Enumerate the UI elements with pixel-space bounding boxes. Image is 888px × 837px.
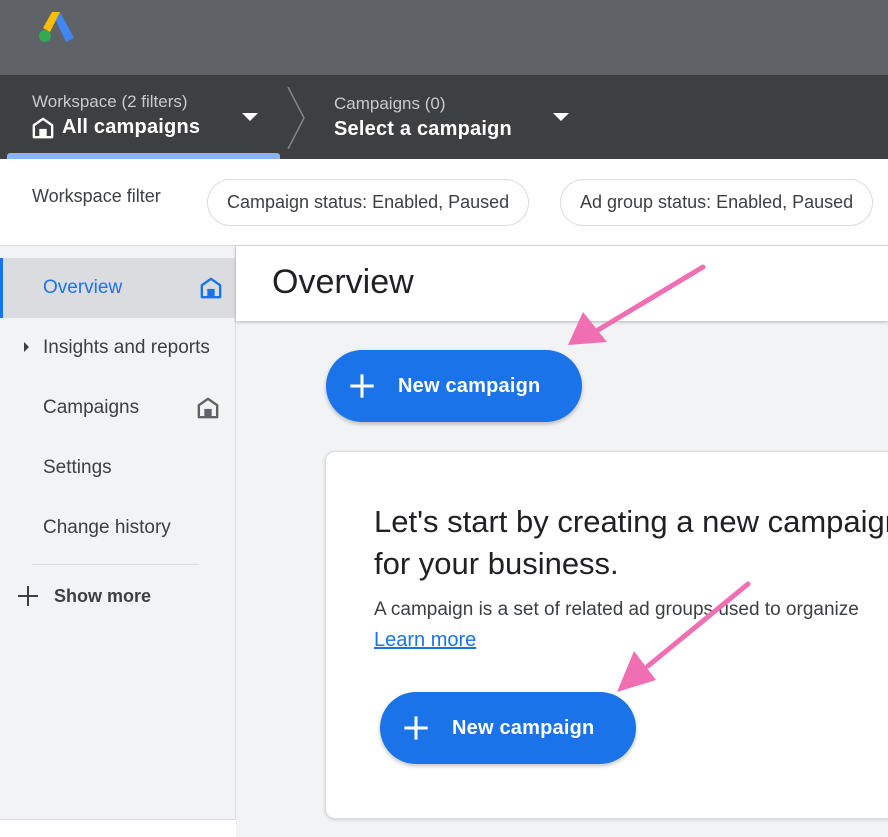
workspace-dropdown-icon[interactable] <box>242 113 258 121</box>
sidebar-item-label: Campaigns <box>43 397 140 418</box>
new-campaign-button[interactable]: New campaign <box>326 350 582 422</box>
breadcrumb-chevron-icon <box>287 87 305 149</box>
filter-chip-campaign-status[interactable]: Campaign status: Enabled, Paused <box>207 179 530 226</box>
home-icon <box>197 397 219 419</box>
sidebar-item-insights-and-reports[interactable]: Insights and reports <box>0 318 235 378</box>
filter-bar: Workspace filter Campaign status: Enable… <box>0 159 888 246</box>
sidebar-item-label: Settings <box>43 457 112 478</box>
plus-icon <box>18 586 38 606</box>
sidebar-item-change-history[interactable]: Change history <box>0 498 235 558</box>
card-title: Let's start by creating a new campaign f… <box>374 504 888 581</box>
expand-arrow-icon <box>24 342 29 352</box>
sidebar-item-campaigns[interactable]: Campaigns <box>0 378 235 438</box>
show-more-label: Show more <box>54 585 152 606</box>
navigation-bar: Workspace (2 filters) All campaigns Camp… <box>0 75 888 159</box>
card-new-campaign-button[interactable]: New campaign <box>380 692 636 764</box>
workspace-filter-label: Workspace filter <box>32 186 161 206</box>
sidebar-item-settings[interactable]: Settings <box>0 438 235 498</box>
workspace-subtitle: Workspace (2 filters) <box>32 92 188 111</box>
top-bar <box>0 0 888 75</box>
getting-started-card: Let's start by creating a new campaign f… <box>325 451 888 819</box>
card-description: A campaign is a set of related ad groups… <box>374 599 859 620</box>
campaign-dropdown-icon[interactable] <box>553 113 569 121</box>
campaign-selector[interactable]: Campaigns (0) Select a campaign <box>334 94 512 141</box>
campaign-selector-subtitle: Campaigns (0) <box>334 94 446 113</box>
sidebar-item-label: Insights and reports <box>43 337 210 358</box>
sidebar-divider <box>32 564 199 565</box>
home-icon <box>32 117 54 138</box>
learn-more-link[interactable]: Learn more <box>374 629 476 652</box>
sidebar: Overview Insights and reports Campaigns … <box>0 246 236 837</box>
new-campaign-label: New campaign <box>452 716 595 739</box>
campaign-selector-title: Select a campaign <box>334 118 512 140</box>
workspace-title: All campaigns <box>62 116 201 138</box>
sidebar-item-label: Change history <box>43 517 171 538</box>
sidebar-footer <box>0 819 236 837</box>
sidebar-item-label: Overview <box>43 277 123 298</box>
main-header: Overview <box>236 246 888 321</box>
plus-icon <box>350 374 374 398</box>
show-more-button[interactable]: Show more <box>16 584 151 608</box>
page-title: Overview <box>272 263 414 301</box>
workspace-selector[interactable]: Workspace (2 filters) All campaigns <box>32 92 200 139</box>
sidebar-item-overview[interactable]: Overview <box>0 258 235 318</box>
plus-icon <box>404 716 428 740</box>
workspace-title-row: All campaigns <box>32 116 200 139</box>
home-icon <box>200 277 222 299</box>
filter-chip-ad-group-status[interactable]: Ad group status: Enabled, Paused <box>560 179 874 226</box>
new-campaign-label: New campaign <box>398 374 541 397</box>
google-ads-logo[interactable] <box>38 10 76 44</box>
